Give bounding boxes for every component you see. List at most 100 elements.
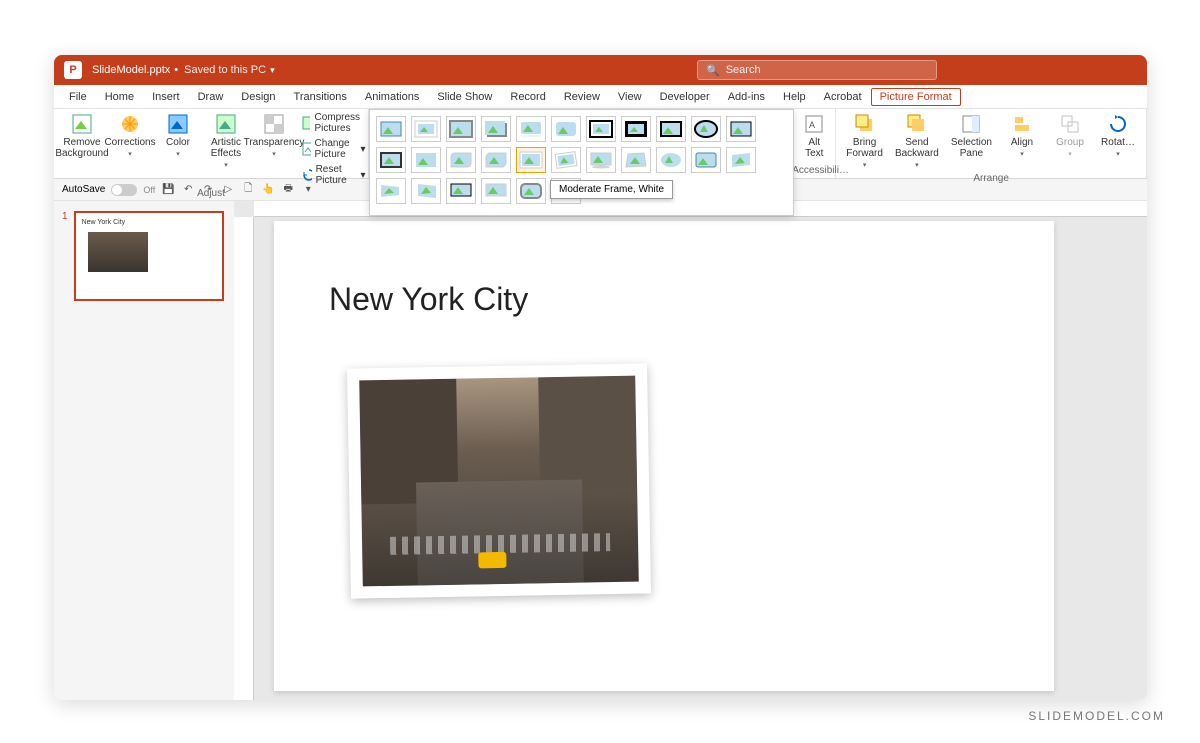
- tab-record[interactable]: Record: [501, 87, 554, 107]
- align-button[interactable]: Align▾: [1000, 111, 1044, 161]
- style-rotated-white[interactable]: [551, 147, 581, 173]
- style-snip-diagonal-white[interactable]: [481, 147, 511, 173]
- transparency-button[interactable]: Transparency▾: [252, 111, 296, 161]
- app-icon: P: [64, 61, 82, 79]
- style-center-shadow[interactable]: [411, 147, 441, 173]
- style-metal-rounded[interactable]: [516, 178, 546, 204]
- selection-pane-button[interactable]: Selection Pane: [947, 111, 996, 161]
- style-reflected-bevel-white[interactable]: [481, 178, 511, 204]
- transparency-icon: [263, 113, 285, 135]
- remove-background-button[interactable]: Remove Background: [60, 111, 104, 161]
- style-tooltip: Moderate Frame, White: [550, 180, 673, 199]
- style-moderate-frame-white[interactable]: [516, 147, 546, 173]
- corrections-icon: [119, 113, 141, 135]
- picture-styles-panel: Moderate Frame, White: [369, 109, 794, 216]
- style-soft-edge-oval[interactable]: [656, 147, 686, 173]
- style-simple-frame-black[interactable]: [656, 116, 686, 142]
- tab-review[interactable]: Review: [555, 87, 609, 107]
- watermark: SLIDEMODEL.COM: [1028, 709, 1165, 723]
- bring-forward-icon: [854, 113, 876, 135]
- tab-transitions[interactable]: Transitions: [285, 87, 356, 107]
- style-simple-frame-white[interactable]: [376, 116, 406, 142]
- alt-text-icon: A: [803, 113, 825, 135]
- style-relaxed-perspective-white[interactable]: [621, 147, 651, 173]
- change-picture-icon: [302, 142, 311, 156]
- alt-text-button[interactable]: A Alt Text: [792, 111, 836, 161]
- bullet: •: [174, 64, 178, 76]
- style-moderate-frame-black[interactable]: [376, 147, 406, 173]
- adjust-group-label: Adjust: [60, 187, 362, 199]
- color-icon: [167, 113, 189, 135]
- tab-design[interactable]: Design: [232, 87, 284, 107]
- slide-picture[interactable]: [347, 363, 651, 598]
- compress-pictures-button[interactable]: Compress Pictures: [300, 111, 368, 135]
- chevron-down-icon[interactable]: ▾: [270, 65, 275, 76]
- style-compound-frame-black[interactable]: [726, 116, 756, 142]
- tab-slideshow[interactable]: Slide Show: [428, 87, 501, 107]
- reset-picture-button[interactable]: Reset Picture ▾: [300, 163, 368, 187]
- send-backward-button[interactable]: Send Backward▾: [891, 111, 943, 172]
- tab-developer[interactable]: Developer: [651, 87, 719, 107]
- ribbon-group-adjust: Remove Background Corrections▾ Color▾ Ar…: [54, 109, 369, 178]
- powerpoint-window: P SlideModel.pptx • Saved to this PC ▾ 🔍…: [54, 55, 1147, 700]
- ribbon-group-arrange: Bring Forward▾ Send Backward▾ Selection …: [836, 109, 1147, 178]
- tab-picture-format[interactable]: Picture Format: [871, 88, 961, 106]
- selection-pane-icon: [960, 113, 982, 135]
- slide-preview: New York City: [74, 211, 224, 301]
- autosave-toggle[interactable]: [111, 184, 137, 196]
- style-thick-matte-black[interactable]: [621, 116, 651, 142]
- tab-file[interactable]: File: [60, 87, 96, 107]
- picture-styles-gallery: Moderate Frame, White: [369, 109, 711, 178]
- save-status[interactable]: Saved to this PC: [184, 64, 266, 76]
- bring-forward-button[interactable]: Bring Forward▾: [842, 111, 887, 172]
- accessibility-group-label: Accessibili…: [792, 164, 829, 176]
- style-beveled-oval-black[interactable]: [691, 116, 721, 142]
- filename[interactable]: SlideModel.pptx: [92, 64, 170, 76]
- slide-thumbnails-pane[interactable]: 1 New York City: [54, 201, 234, 700]
- style-reflected-bevel-black[interactable]: [446, 178, 476, 204]
- style-bevel-rectangle[interactable]: [691, 147, 721, 173]
- slide-title[interactable]: New York City: [329, 281, 528, 318]
- search-input[interactable]: 🔍 Search: [697, 60, 937, 80]
- style-bevel-perspective[interactable]: [726, 147, 756, 173]
- tab-addins[interactable]: Add-ins: [719, 87, 774, 107]
- style-bevel-perspective-left[interactable]: [411, 178, 441, 204]
- slide-thumbnail-1[interactable]: 1 New York City: [62, 211, 226, 301]
- search-icon: 🔍: [706, 64, 720, 77]
- titlebar: P SlideModel.pptx • Saved to this PC ▾ 🔍…: [54, 55, 1147, 85]
- style-soft-edge[interactable]: [551, 116, 581, 142]
- tab-draw[interactable]: Draw: [189, 87, 233, 107]
- reset-icon: [302, 168, 312, 182]
- style-metal-frame[interactable]: [446, 116, 476, 142]
- change-picture-button[interactable]: Change Picture ▾: [300, 137, 368, 161]
- style-drop-shadow[interactable]: [481, 116, 511, 142]
- compress-icon: [302, 116, 310, 130]
- artistic-effects-button[interactable]: Artistic Effects▾: [204, 111, 248, 172]
- search-placeholder: Search: [726, 64, 761, 76]
- arrange-group-label: Arrange: [842, 172, 1140, 184]
- tab-help[interactable]: Help: [774, 87, 815, 107]
- group-button[interactable]: Group▾: [1048, 111, 1092, 161]
- style-rounded-diagonal-white[interactable]: [446, 147, 476, 173]
- corrections-button[interactable]: Corrections▾: [108, 111, 152, 161]
- style-reflected-rounded[interactable]: [516, 116, 546, 142]
- style-beveled-matte[interactable]: [411, 116, 441, 142]
- tab-view[interactable]: View: [609, 87, 651, 107]
- tab-acrobat[interactable]: Acrobat: [815, 87, 871, 107]
- style-perspective-shadow-white[interactable]: [586, 147, 616, 173]
- slide-canvas-area[interactable]: New York City: [234, 201, 1147, 700]
- slide[interactable]: New York City: [274, 221, 1054, 691]
- send-backward-icon: [906, 113, 928, 135]
- tab-home[interactable]: Home: [96, 87, 143, 107]
- slide-number: 1: [62, 211, 68, 301]
- align-icon: [1011, 113, 1033, 135]
- tab-insert[interactable]: Insert: [143, 87, 189, 107]
- color-button[interactable]: Color▾: [156, 111, 200, 161]
- style-double-frame-black[interactable]: [586, 116, 616, 142]
- vertical-ruler: [234, 217, 254, 700]
- ribbon-tabs: File Home Insert Draw Design Transitions…: [54, 85, 1147, 109]
- rotate-button[interactable]: Rotat…▾: [1096, 111, 1140, 161]
- tab-animations[interactable]: Animations: [356, 87, 428, 107]
- style-reflected-perspective-right[interactable]: [376, 178, 406, 204]
- ribbon: Remove Background Corrections▾ Color▾ Ar…: [54, 109, 1147, 179]
